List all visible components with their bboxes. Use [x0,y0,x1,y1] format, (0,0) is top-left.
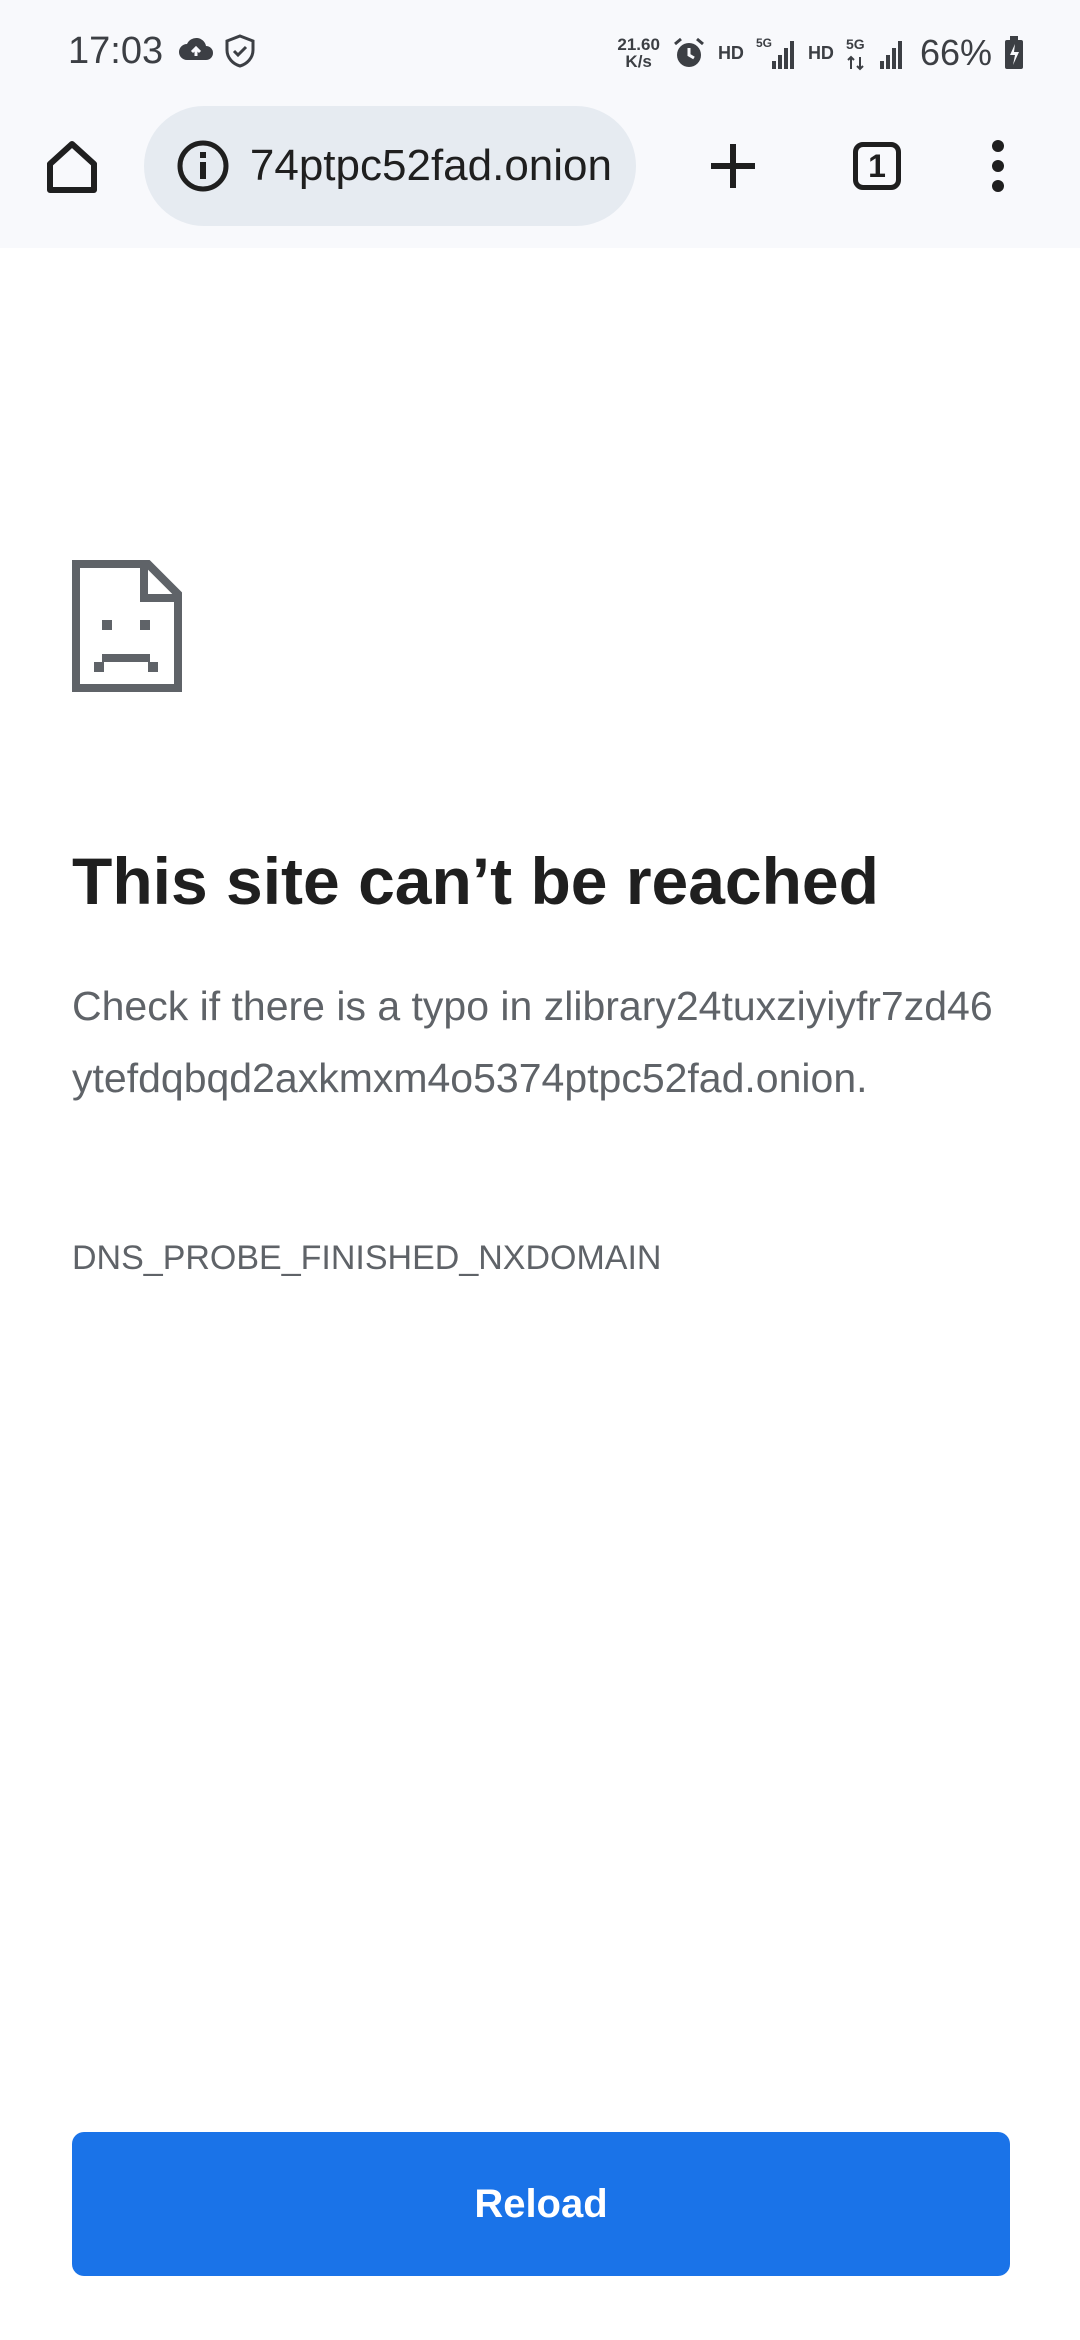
status-time: 17:03 [68,30,164,72]
hd-badge-2: HD [807,42,834,63]
home-icon [47,141,97,193]
shield-check-icon [225,34,255,68]
menu-button[interactable] [962,130,1034,202]
net-speed-unit: K/s [625,52,652,71]
signal-5g-icon: 5G [756,36,794,69]
info-icon[interactable] [176,139,230,193]
status-right-icons: 21.60 K/s HD 5G HD 5G 66% [617,28,1024,78]
plus-icon [711,144,755,188]
battery-percent: 66% [919,32,992,73]
reload-button[interactable]: Reload [72,2132,1010,2276]
error-title: This site can’t be reached [72,844,879,918]
browser-toolbar: zlibrary24tuxziyiyfr7zd46ytefdqbqd2axkmx… [0,100,1080,248]
svg-text:5G: 5G [846,36,865,52]
sad-page-icon [72,560,182,692]
more-vert-icon [992,140,1004,192]
home-button[interactable] [40,134,104,198]
error-code: DNS_PROBE_FINISHED_NXDOMAIN [72,1239,662,1277]
tab-switcher-button[interactable]: 1 [841,130,913,202]
signal-5g-data-icon: 5G [846,36,902,71]
status-bar: 17:03 21.60 K/s HD 5G HD 5G 66% [0,0,1080,100]
battery-charging-icon [1005,36,1023,69]
new-tab-button[interactable] [697,130,769,202]
net-speed: 21.60 K/s [617,36,660,70]
omnibox[interactable]: zlibrary24tuxziyiyfr7zd46ytefdqbqd2axkmx… [144,106,636,226]
alarm-icon [673,37,704,67]
error-description: Check if there is a typo in zlibrary24tu… [72,983,993,1101]
svg-text:5G: 5G [756,36,772,50]
url-text[interactable]: zlibrary24tuxziyiyfr7zd46ytefdqbqd2axkmx… [250,106,612,226]
tab-count: 1 [853,142,901,190]
hd-badge-1: HD [717,42,744,63]
status-left-icons [178,34,256,68]
cloud-upload-icon [179,37,213,60]
net-speed-value: 21.60 [617,35,660,54]
